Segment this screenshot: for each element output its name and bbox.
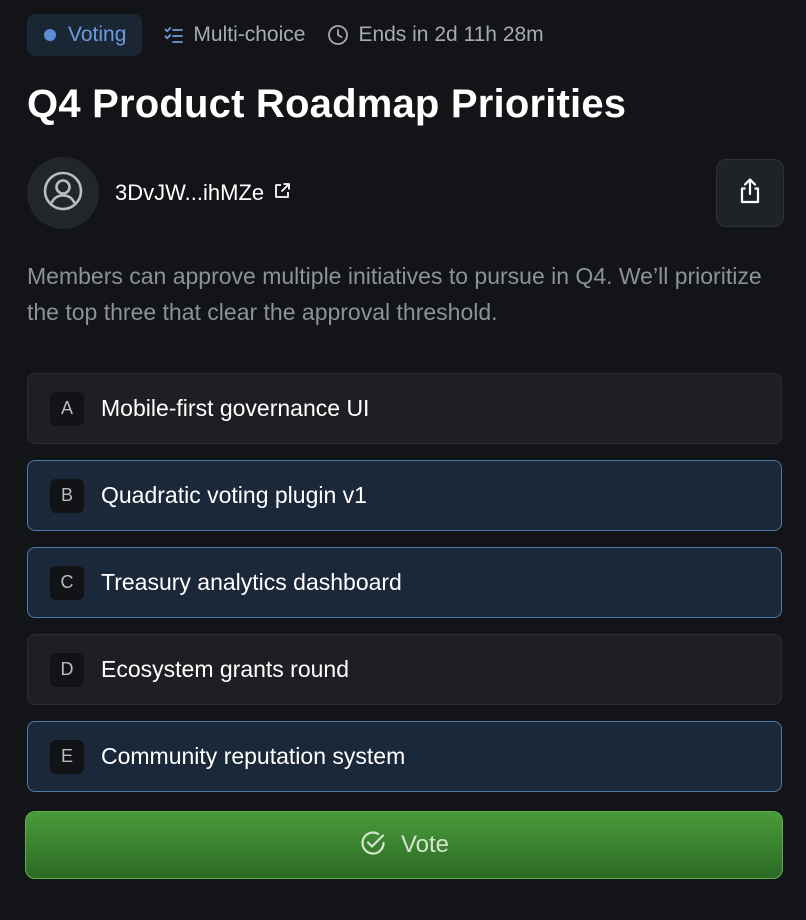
option-label: Treasury analytics dashboard [101, 569, 402, 595]
status-dot-icon [44, 29, 56, 41]
status-badge: Voting [27, 14, 143, 56]
option-letter: E [50, 739, 84, 774]
user-circle-icon [42, 170, 84, 217]
share-button[interactable] [716, 159, 784, 227]
page-title: Q4 Product Roadmap Priorities [27, 82, 627, 126]
option-d[interactable]: D Ecosystem grants round [27, 634, 782, 705]
option-letter: C [50, 565, 84, 600]
status-label: Voting [68, 23, 127, 46]
poll-meta-row: Voting Multi-choice Ends in 2d 11h 28m [27, 13, 544, 57]
poll-type-label: Multi-choice [193, 23, 306, 46]
avatar [27, 157, 99, 229]
option-b[interactable]: B Quadratic voting plugin v1 [27, 460, 782, 531]
clock-icon [327, 24, 349, 46]
option-label: Quadratic voting plugin v1 [101, 482, 367, 508]
option-letter: D [50, 652, 84, 687]
author-address: 3DvJW...ihMZe [115, 180, 265, 205]
option-a[interactable]: A Mobile-first governance UI [27, 373, 782, 444]
author-address-link[interactable]: 3DvJW...ihMZe [115, 180, 291, 206]
poll-deadline: Ends in 2d 11h 28m [327, 23, 544, 47]
option-letter: A [50, 391, 84, 426]
vote-button-label: Vote [400, 831, 450, 858]
author-row: 3DvJW...ihMZe [27, 157, 784, 229]
share-icon [737, 177, 763, 210]
poll-page: Voting Multi-choice Ends in 2d 11h 28m Q… [0, 0, 806, 920]
option-label: Community reputation system [101, 743, 406, 769]
check-circle-icon [359, 829, 387, 862]
option-c[interactable]: C Treasury analytics dashboard [27, 547, 782, 618]
options-list: A Mobile-first governance UI B Quadratic vo… [27, 373, 782, 808]
poll-type: Multi-choice [164, 23, 305, 47]
external-link-icon [273, 180, 291, 206]
option-label: Ecosystem grants round [101, 656, 350, 682]
poll-description: Members can approve multiple initiatives… [27, 263, 762, 325]
deadline-label: Ends in 2d 11h 28m [358, 23, 544, 46]
option-letter: B [50, 478, 84, 513]
option-label: Mobile-first governance UI [101, 395, 370, 421]
checklist-icon [164, 26, 184, 44]
option-e[interactable]: E Community reputation system [27, 721, 782, 792]
vote-button[interactable]: Vote [25, 811, 783, 879]
